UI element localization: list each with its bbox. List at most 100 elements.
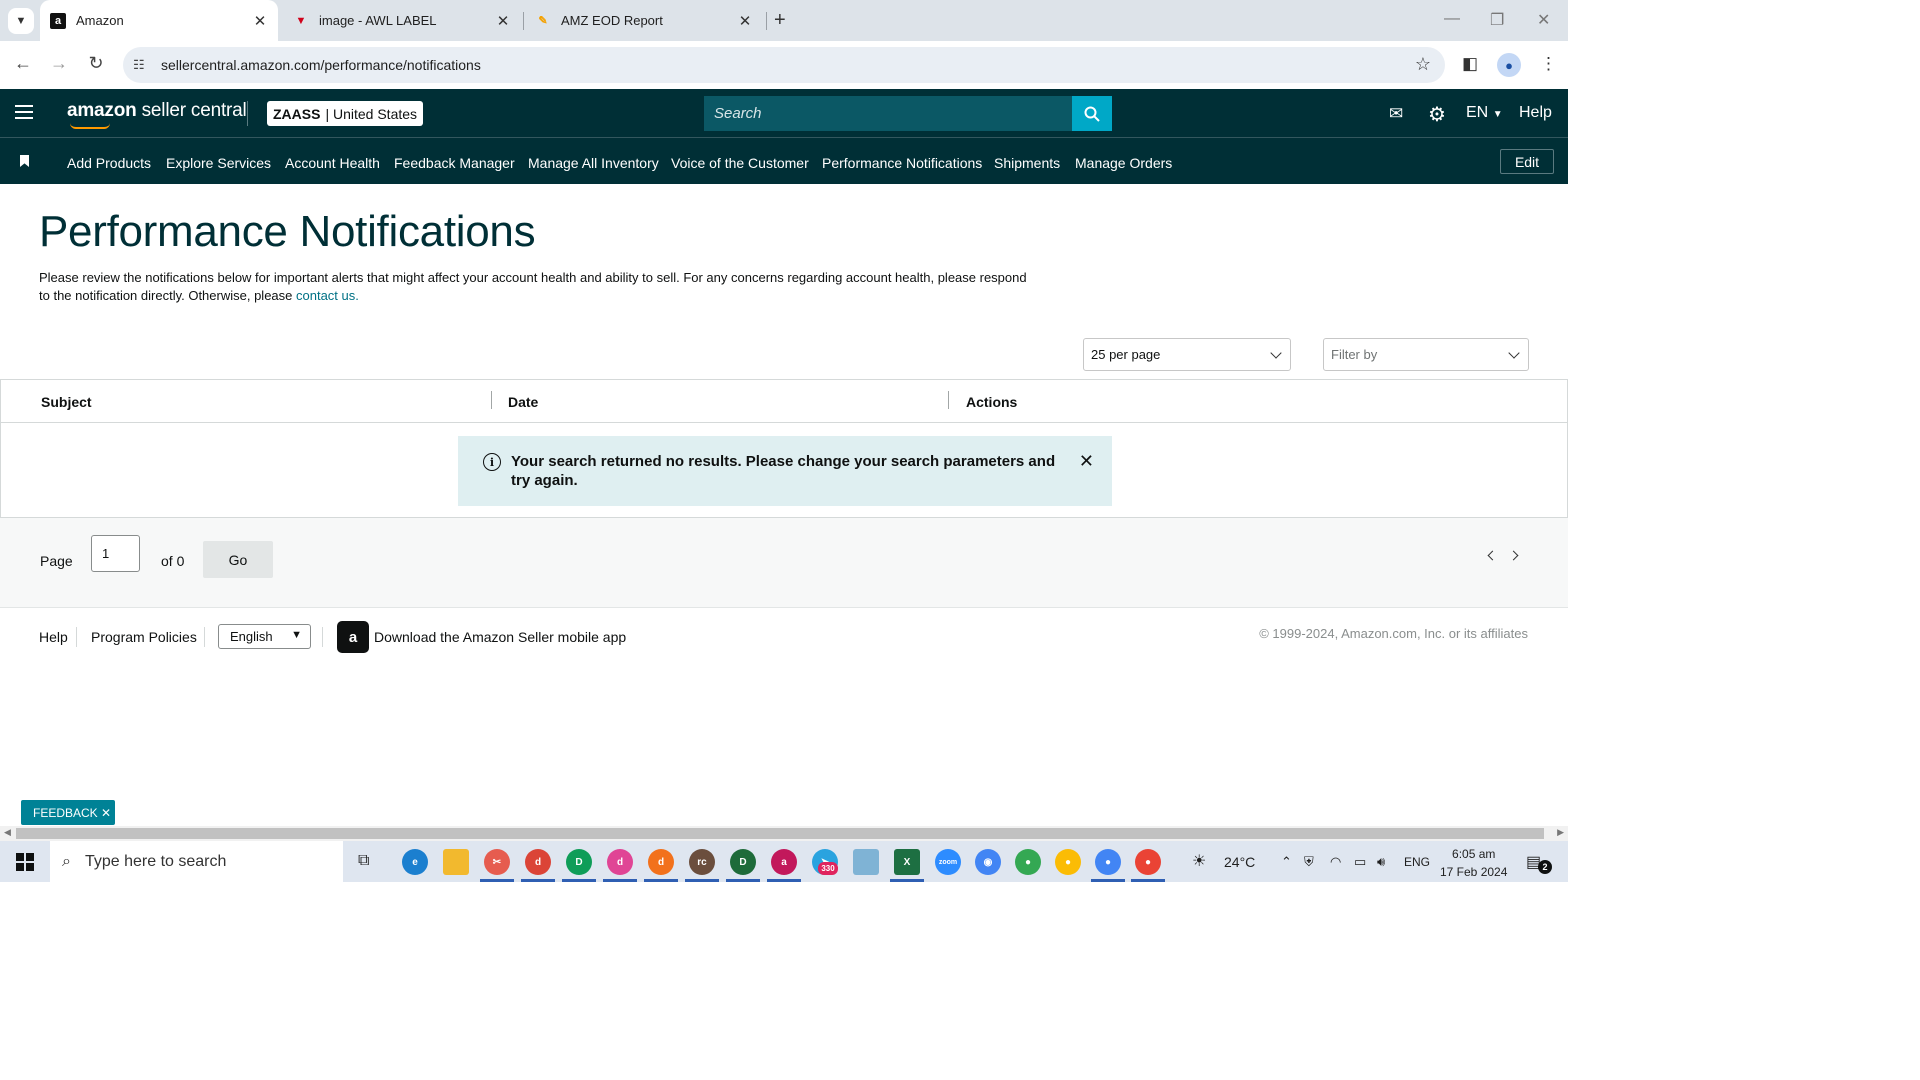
chrome-user-icon[interactable]: ● (1135, 849, 1161, 875)
windows-start-icon[interactable] (16, 853, 34, 871)
close-tab-icon[interactable]: ✕ (493, 12, 513, 30)
site-settings-icon[interactable]: ☷ (133, 57, 149, 73)
restore-icon[interactable]: ❐ (1490, 10, 1504, 30)
chrome-user-icon[interactable]: ● (1055, 849, 1081, 875)
help-link[interactable]: Help (1519, 104, 1552, 122)
battery-icon[interactable]: ▭ (1354, 854, 1366, 870)
excel-icon[interactable]: X (894, 849, 920, 875)
hamburger-menu-icon[interactable] (15, 105, 33, 119)
nav-performance-notifications[interactable]: Performance Notifications (822, 155, 982, 171)
download-app-link[interactable]: Download the Amazon Seller mobile app (374, 629, 626, 645)
column-subject[interactable]: Subject (41, 394, 92, 410)
more-menu-icon[interactable]: ⋮ (1540, 54, 1557, 74)
chrome-profile-icon[interactable]: d (607, 849, 633, 875)
nav-feedback-manager[interactable]: Feedback Manager (394, 155, 515, 171)
chrome-user-icon[interactable]: ● (1095, 849, 1121, 875)
program-policies-link[interactable]: Program Policies (91, 629, 197, 645)
nav-manage-all-inventory[interactable]: Manage All Inventory (528, 155, 659, 171)
feedback-button[interactable]: FEEDBACK ✕ (21, 800, 115, 825)
nav-manage-orders[interactable]: Manage Orders (1075, 155, 1172, 171)
weather-temp[interactable]: 24°C (1224, 854, 1255, 870)
search-icon (1084, 106, 1100, 122)
chrome-profile-icon[interactable]: d (525, 849, 551, 875)
address-bar[interactable]: ☷ sellercentral.amazon.com/performance/n… (123, 47, 1445, 83)
forward-arrow-icon[interactable]: → (47, 53, 71, 74)
column-date[interactable]: Date (508, 394, 538, 410)
back-arrow-icon[interactable]: ← (11, 53, 35, 74)
tab-search-dropdown[interactable]: ▼ (8, 8, 34, 34)
weather-icon[interactable]: ☀ (1192, 851, 1206, 871)
nav-shipments[interactable]: Shipments (994, 155, 1060, 171)
reload-icon[interactable]: ↻ (84, 53, 108, 74)
chrome-icon[interactable]: ◉ (975, 849, 1001, 875)
wifi-icon[interactable]: ◠ (1330, 854, 1341, 870)
scrollbar-thumb[interactable] (16, 828, 1544, 839)
horizontal-scrollbar[interactable]: ◀ ▶ (0, 826, 1568, 841)
footer-language-select[interactable]: English ▼ (218, 624, 311, 649)
seller-central-logo[interactable]: amazon seller central (67, 100, 247, 122)
tab-amazon[interactable]: a Amazon ✕ (40, 0, 278, 41)
logo-rest: seller central (136, 100, 247, 121)
next-page-icon[interactable] (1508, 550, 1519, 561)
settings-gear-icon[interactable]: ⚙ (1428, 102, 1446, 127)
volume-icon[interactable]: 🔊︎ (1377, 854, 1385, 870)
chrome-profile-icon[interactable]: d (648, 849, 674, 875)
mail-icon[interactable]: ✉ (1389, 104, 1403, 124)
column-divider[interactable] (491, 391, 492, 409)
edit-nav-button[interactable]: Edit (1500, 149, 1554, 174)
per-page-select[interactable]: 25 per page (1083, 338, 1291, 371)
go-button[interactable]: Go (203, 541, 273, 578)
close-tab-icon[interactable]: ✕ (735, 12, 755, 30)
header-divider (247, 101, 248, 126)
amazon-a-icon: a (50, 12, 66, 29)
close-alert-icon[interactable]: ✕ (1079, 451, 1094, 472)
edge-icon[interactable]: e (402, 849, 428, 875)
chrome-user-icon[interactable]: ● (1015, 849, 1041, 875)
chrome-profile-icon[interactable]: D (730, 849, 756, 875)
zoom-icon[interactable]: zoom (935, 849, 961, 875)
taskbar-clock[interactable]: 6:05 am 17 Feb 2024 (1440, 845, 1507, 881)
scroll-left-icon[interactable]: ◀ (4, 827, 11, 838)
show-hidden-icons-icon[interactable]: ⌃ (1281, 854, 1292, 870)
snipping-tool-icon[interactable]: ✂ (484, 849, 510, 875)
bookmark-star-icon[interactable]: ☆ (1415, 54, 1431, 75)
previous-page-icon[interactable] (1487, 550, 1498, 561)
nav-account-health[interactable]: Account Health (285, 155, 380, 171)
file-explorer-icon[interactable] (443, 849, 469, 875)
active-app-indicator (521, 879, 555, 882)
side-panel-icon[interactable]: ◧ (1462, 54, 1478, 74)
chrome-profile-icon[interactable]: rc (689, 849, 715, 875)
nav-add-products[interactable]: Add Products (67, 155, 151, 171)
browser-tabstrip: ▼ a Amazon ✕ ▼ image - AWL LABEL ✕ ✎ AMZ… (0, 0, 1568, 41)
amazon-app-icon[interactable]: a (337, 621, 369, 653)
eod-report-icon: ✎ (538, 15, 548, 27)
tab-awl-label[interactable]: ▼ image - AWL LABEL ✕ (283, 0, 521, 41)
notes-app-icon[interactable] (853, 849, 879, 875)
security-shield-icon[interactable]: ⛨ (1304, 854, 1314, 870)
profile-avatar-icon[interactable]: ● (1497, 53, 1521, 77)
footer-help-link[interactable]: Help (39, 629, 68, 645)
url-text[interactable]: sellercentral.amazon.com/performance/not… (161, 57, 481, 73)
page-number-input[interactable]: 1 (91, 535, 140, 572)
close-tab-icon[interactable]: ✕ (250, 12, 270, 30)
nav-voice-of-customer[interactable]: Voice of the Customer (671, 155, 809, 171)
bookmark-icon[interactable] (20, 155, 29, 167)
minimize-icon[interactable]: — (1444, 10, 1460, 28)
store-switcher[interactable]: ZAASS | United States (267, 101, 424, 126)
column-divider[interactable] (948, 391, 949, 409)
nav-explore-services[interactable]: Explore Services (166, 155, 271, 171)
tab-eod-report[interactable]: ✎ AMZ EOD Report ✕ (525, 0, 763, 41)
search-button[interactable] (1072, 96, 1112, 131)
taskbar-search-input[interactable]: ⌕ Type here to search (50, 841, 343, 882)
filter-by-select[interactable]: Filter by (1323, 338, 1529, 371)
task-view-icon[interactable]: ⧉ (358, 852, 369, 870)
search-input[interactable]: Search (704, 96, 1072, 131)
new-tab-plus-icon[interactable]: + (774, 9, 786, 32)
chrome-profile-icon[interactable]: D (566, 849, 592, 875)
language-selector[interactable]: EN ▼ (1466, 104, 1503, 122)
contact-us-link[interactable]: contact us. (296, 288, 359, 303)
close-window-icon[interactable]: ✕ (1537, 10, 1550, 30)
scroll-right-icon[interactable]: ▶ (1557, 827, 1564, 838)
input-language[interactable]: ENG (1404, 855, 1430, 869)
chrome-profile-icon[interactable]: a (771, 849, 797, 875)
